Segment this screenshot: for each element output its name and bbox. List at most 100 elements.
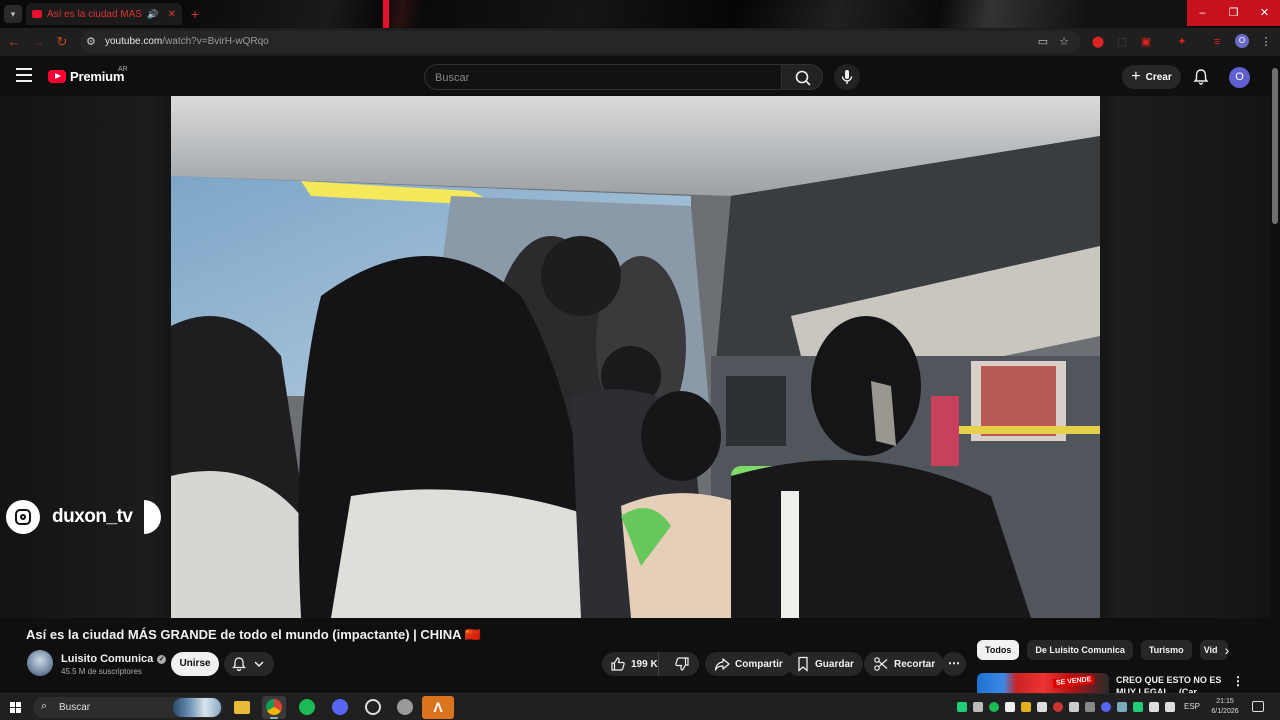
taskbar-search-box[interactable]: ⌕ Buscar	[33, 697, 223, 718]
recommendation-menu-icon[interactable]: ⋮	[1232, 674, 1244, 688]
extension-icon[interactable]: ⬤	[1090, 34, 1106, 50]
steam-app[interactable]	[361, 696, 385, 719]
bell-dropdown-icon	[232, 657, 264, 672]
tray-app-icon[interactable]	[1133, 702, 1143, 712]
spotify-app[interactable]	[295, 696, 319, 719]
search-icon: ⌕	[41, 700, 48, 712]
channel-name[interactable]: Luisito Comunica	[61, 653, 153, 665]
tab-title: Así es la ciudad MÁS GRANDE	[46, 8, 142, 20]
volume-icon[interactable]	[1165, 702, 1175, 712]
clip-button[interactable]: Recortar	[864, 652, 945, 676]
tray-app-icon[interactable]	[1021, 702, 1031, 712]
notifications-button[interactable]	[1190, 66, 1212, 88]
close-tab-icon[interactable]: ✕	[168, 9, 176, 20]
tray-discord-icon[interactable]	[1101, 702, 1111, 712]
url-text[interactable]: youtube.com/watch?v=BvirH-wQRqo	[105, 36, 269, 47]
extensions-puzzle-icon[interactable]: ✦	[1174, 34, 1190, 50]
page-scrollbar[interactable]	[1270, 56, 1280, 693]
channel-avatar[interactable]	[27, 650, 53, 676]
browser-tab-active[interactable]: Así es la ciudad MÁS GRANDE 🔊 ✕	[26, 3, 182, 25]
tray-app-icon[interactable]	[1117, 702, 1127, 712]
join-button[interactable]: Unirse	[171, 652, 219, 676]
clip-label: Recortar	[894, 658, 936, 670]
search-input[interactable]	[435, 70, 765, 86]
audio-playing-icon[interactable]: 🔊	[147, 9, 158, 20]
video-title: Así es la ciudad MÁS GRANDE de todo el m…	[26, 627, 481, 642]
forward-button[interactable]: →	[30, 34, 46, 50]
share-button[interactable]: Compartir	[705, 652, 792, 676]
file-explorer-app[interactable]	[230, 696, 254, 719]
chip-all[interactable]: Todos	[977, 640, 1020, 660]
bookmark-star-icon[interactable]: ☆	[1056, 34, 1072, 50]
video-player[interactable]: duxon_tv	[0, 96, 1270, 618]
windows-taskbar: ⌕ Buscar Λ ESP 21:15 6/1/2026	[0, 693, 1280, 720]
scrollbar-thumb[interactable]	[1272, 68, 1278, 224]
discord-app[interactable]	[328, 696, 352, 719]
site-info-icon[interactable]: ⚙	[86, 35, 96, 48]
recommendation-thumbnail[interactable]: SE VENDE	[977, 673, 1109, 693]
address-bar[interactable]: ⚙ youtube.com/watch?v=BvirH-wQRqo	[80, 31, 1080, 53]
recommendation-filter-chips: Todos De Luisito Comunica Turismo Vid	[977, 640, 1228, 660]
share-label: Compartir	[735, 658, 783, 670]
taskbar-search-label: Buscar	[59, 702, 91, 713]
notification-center-icon[interactable]	[1252, 701, 1264, 712]
close-window-button[interactable]: ✕	[1249, 0, 1280, 26]
youtube-header: Premium AR + Crear O	[0, 56, 1280, 96]
app-shortcut[interactable]	[393, 696, 417, 719]
video-frame[interactable]	[171, 96, 1100, 618]
watermark-decoration	[144, 500, 162, 534]
chip-channel[interactable]: De Luisito Comunica	[1027, 640, 1133, 660]
input-language[interactable]: ESP	[1184, 702, 1200, 711]
extension-icon[interactable]: ▢	[1114, 34, 1130, 50]
restore-button[interactable]: ❐	[1218, 0, 1249, 26]
tray-app-icon[interactable]	[1069, 702, 1079, 712]
tray-mic-icon[interactable]	[1037, 702, 1047, 712]
steam-icon	[365, 699, 381, 715]
channel-link[interactable]: Luisito Comunica ✓	[61, 653, 167, 665]
thumbs-up-icon	[611, 657, 625, 671]
search-field[interactable]	[424, 64, 782, 90]
save-button[interactable]: Guardar	[787, 652, 863, 676]
search-button[interactable]	[781, 64, 823, 90]
instagram-watermark: duxon_tv	[6, 500, 162, 534]
tray-app-icon[interactable]	[957, 702, 967, 712]
chevron-right-icon[interactable]: ›	[1219, 642, 1235, 658]
more-actions-button[interactable]: ⋯	[942, 652, 966, 676]
tray-app-icon[interactable]	[1053, 702, 1063, 712]
recommendation-title[interactable]: CREO QUE ESTO NO ES MUY LEGAL... (Car De…	[1116, 674, 1226, 693]
chrome-icon	[266, 699, 282, 715]
plus-icon: +	[1131, 68, 1141, 85]
create-button[interactable]: + Crear	[1122, 65, 1181, 89]
network-icon[interactable]	[1149, 702, 1159, 712]
windows-start-icon[interactable]	[10, 702, 21, 713]
chip-tourism[interactable]: Turismo	[1140, 640, 1192, 660]
minimize-button[interactable]: –	[1187, 0, 1218, 26]
pinned-app[interactable]: Λ	[422, 696, 454, 719]
browser-theme-accent	[383, 0, 389, 28]
tray-app-icon[interactable]	[1005, 702, 1015, 712]
account-avatar[interactable]: O	[1229, 67, 1250, 88]
thumbnail-text: SE VENDE	[1052, 674, 1095, 689]
chrome-app[interactable]	[262, 696, 286, 719]
tray-spotify-icon[interactable]	[989, 702, 999, 712]
browser-menu-icon[interactable]: ⋮	[1258, 34, 1274, 50]
like-button[interactable]: 199 K	[602, 652, 660, 676]
browser-profile-avatar[interactable]: O	[1235, 34, 1249, 48]
subscription-notifications-button[interactable]	[224, 652, 274, 676]
cast-icon[interactable]: ▭	[1035, 34, 1051, 50]
new-tab-button[interactable]: +	[186, 5, 204, 23]
tray-app-icon[interactable]	[1085, 702, 1095, 712]
reload-button[interactable]: ↻	[54, 34, 70, 50]
subscriber-count: 45.5 M de suscriptores	[61, 667, 142, 676]
youtube-logo[interactable]: Premium	[48, 69, 124, 84]
menu-icon[interactable]	[16, 68, 32, 82]
dislike-button[interactable]	[664, 652, 699, 676]
clock[interactable]: 21:15 6/1/2026	[1207, 697, 1243, 717]
voice-search-button[interactable]	[834, 64, 860, 90]
bookmark-icon	[798, 656, 808, 672]
back-button[interactable]: ←	[6, 34, 22, 50]
extension-icon[interactable]: ▣	[1138, 34, 1154, 50]
downloads-icon[interactable]: ≡	[1209, 34, 1225, 50]
tray-app-icon[interactable]	[973, 702, 983, 712]
tab-search-button[interactable]: ▾	[4, 5, 22, 23]
